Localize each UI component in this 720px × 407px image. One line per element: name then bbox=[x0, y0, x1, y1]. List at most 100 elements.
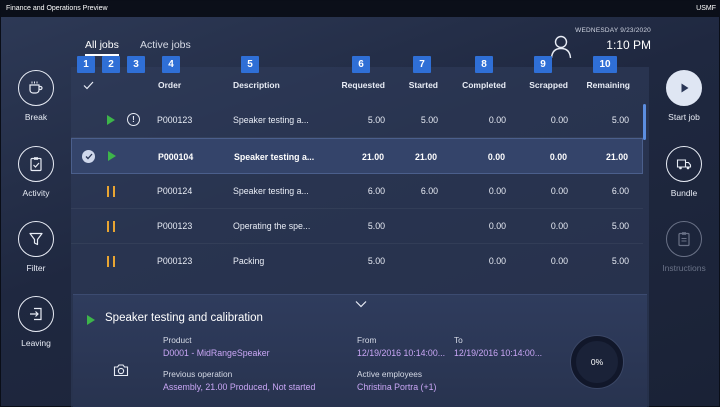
user-icon[interactable] bbox=[550, 35, 572, 59]
previous-operation-label: Previous operation bbox=[163, 369, 233, 379]
column-badge: 6 bbox=[352, 56, 370, 73]
coffee-cup-icon bbox=[29, 81, 43, 94]
completed-cell: 0.00 bbox=[488, 256, 506, 266]
scrapped-cell: 0.00 bbox=[550, 221, 568, 231]
instructions-button[interactable]: Instructions bbox=[654, 221, 714, 273]
order-cell: P000123 bbox=[157, 256, 193, 266]
start-job-label: Start job bbox=[668, 112, 700, 122]
description-cell: Speaker testing a... bbox=[233, 186, 309, 196]
detail-title: Speaker testing and calibration bbox=[105, 312, 263, 324]
remaining-cell: 5.00 bbox=[611, 221, 629, 231]
truck-icon bbox=[676, 159, 692, 170]
started-cell: 6.00 bbox=[420, 186, 438, 196]
job-detail-panel: Speaker testing and calibration Product … bbox=[73, 294, 647, 407]
filter-label: Filter bbox=[26, 263, 46, 273]
description-cell: Packing bbox=[233, 256, 265, 266]
start-job-button[interactable]: Start job bbox=[654, 70, 714, 122]
bundle-button[interactable]: Bundle bbox=[654, 146, 714, 198]
column-header-started[interactable]: Started bbox=[409, 80, 438, 90]
table-row-selected[interactable]: P000104 Speaker testing a... 21.00 21.00… bbox=[71, 138, 643, 174]
paused-status-icon bbox=[107, 186, 115, 197]
completed-cell: 0.00 bbox=[488, 186, 506, 196]
clock-area: WEDNESDAY 9/23/2020 1:10 PM bbox=[575, 27, 651, 52]
remaining-cell: 5.00 bbox=[611, 256, 629, 266]
alert-icon[interactable]: ! bbox=[127, 113, 140, 126]
remaining-cell: 5.00 bbox=[611, 115, 629, 125]
column-badge: 2 bbox=[102, 56, 120, 73]
activity-label: Activity bbox=[22, 188, 50, 198]
description-cell: Speaker testing a... bbox=[234, 152, 315, 162]
active-employees-label: Active employees bbox=[357, 369, 423, 379]
scrapped-cell: 0.00 bbox=[550, 256, 568, 266]
column-badge: 10 bbox=[593, 56, 617, 73]
activity-button[interactable]: Activity bbox=[6, 146, 66, 198]
requested-cell: 21.00 bbox=[361, 152, 384, 162]
leaving-button[interactable]: Leaving bbox=[6, 296, 66, 348]
column-header-order[interactable]: Order bbox=[158, 80, 181, 90]
requested-cell: 5.00 bbox=[367, 256, 385, 266]
completed-cell: 0.00 bbox=[488, 115, 506, 125]
instructions-label: Instructions bbox=[662, 263, 706, 273]
column-header-scrapped[interactable]: Scrapped bbox=[529, 80, 568, 90]
grid-scrollbar[interactable] bbox=[643, 104, 646, 140]
progress-ring: 0% bbox=[571, 336, 623, 388]
title-bar: Finance and Operations Preview USMF bbox=[1, 1, 720, 17]
requested-cell: 6.00 bbox=[367, 186, 385, 196]
active-employees-value[interactable]: Christina Portra (+1) bbox=[357, 382, 436, 392]
description-cell: Speaker testing a... bbox=[233, 115, 309, 125]
remaining-cell: 21.00 bbox=[605, 152, 628, 162]
order-cell: P000104 bbox=[158, 152, 194, 162]
scrapped-cell: 0.00 bbox=[549, 152, 567, 162]
company-code: USMF bbox=[696, 5, 716, 12]
column-badge: 4 bbox=[162, 56, 180, 73]
order-cell: P000123 bbox=[157, 221, 193, 231]
leaving-label: Leaving bbox=[21, 338, 51, 348]
previous-operation-value[interactable]: Assembly, 21.00 Produced, Not started bbox=[163, 382, 315, 392]
product-value[interactable]: D0001 - MidRangeSpeaker bbox=[163, 348, 270, 358]
play-icon bbox=[681, 83, 689, 93]
bundle-label: Bundle bbox=[670, 188, 698, 198]
paused-status-icon bbox=[107, 256, 115, 267]
break-label: Break bbox=[24, 112, 48, 122]
from-label: From bbox=[357, 335, 377, 345]
column-badge: 9 bbox=[534, 56, 552, 73]
table-row[interactable]: P000123 Operating the spe... 5.00 0.00 0… bbox=[71, 208, 643, 244]
selected-check-icon[interactable] bbox=[82, 150, 95, 163]
started-cell: 21.00 bbox=[414, 152, 437, 162]
completed-cell: 0.00 bbox=[487, 152, 505, 162]
tab-active-jobs[interactable]: Active jobs bbox=[140, 39, 191, 51]
column-header-requested[interactable]: Requested bbox=[342, 80, 385, 90]
current-time: 1:10 PM bbox=[606, 38, 651, 52]
exit-door-icon bbox=[30, 307, 42, 321]
running-status-icon bbox=[108, 151, 116, 161]
table-header: Order Description Requested Started Comp… bbox=[71, 76, 649, 96]
product-label: Product bbox=[163, 335, 192, 345]
scrapped-cell: 0.00 bbox=[550, 186, 568, 196]
from-value: 12/19/2016 10:14:00... bbox=[357, 348, 446, 358]
camera-icon[interactable] bbox=[113, 363, 129, 377]
select-all-check-icon[interactable] bbox=[83, 81, 94, 90]
column-badge: 5 bbox=[241, 56, 259, 73]
running-status-icon bbox=[107, 115, 115, 125]
requested-cell: 5.00 bbox=[367, 221, 385, 231]
order-cell: P000123 bbox=[157, 115, 193, 125]
column-header-completed[interactable]: Completed bbox=[462, 80, 506, 90]
table-row[interactable]: ! P000123 Speaker testing a... 5.00 5.00… bbox=[71, 102, 643, 138]
to-value: 12/19/2016 10:14:00... bbox=[454, 348, 543, 358]
running-status-icon bbox=[87, 315, 95, 325]
order-cell: P000124 bbox=[157, 186, 193, 196]
requested-cell: 5.00 bbox=[367, 115, 385, 125]
break-button[interactable]: Break bbox=[6, 70, 66, 122]
column-header-description[interactable]: Description bbox=[233, 80, 280, 90]
table-row[interactable]: P000123 Packing 5.00 0.00 0.00 5.00 bbox=[71, 243, 643, 279]
chevron-down-icon[interactable] bbox=[355, 300, 367, 308]
column-header-remaining[interactable]: Remaining bbox=[587, 80, 630, 90]
clipboard-icon bbox=[30, 157, 42, 172]
paused-status-icon bbox=[107, 221, 115, 232]
table-row[interactable]: P000124 Speaker testing a... 6.00 6.00 0… bbox=[71, 173, 643, 209]
current-date: WEDNESDAY 9/23/2020 bbox=[575, 27, 651, 34]
tab-all-jobs[interactable]: All jobs bbox=[85, 39, 119, 56]
column-badge: 8 bbox=[475, 56, 493, 73]
scrapped-cell: 0.00 bbox=[550, 115, 568, 125]
filter-button[interactable]: Filter bbox=[6, 221, 66, 273]
